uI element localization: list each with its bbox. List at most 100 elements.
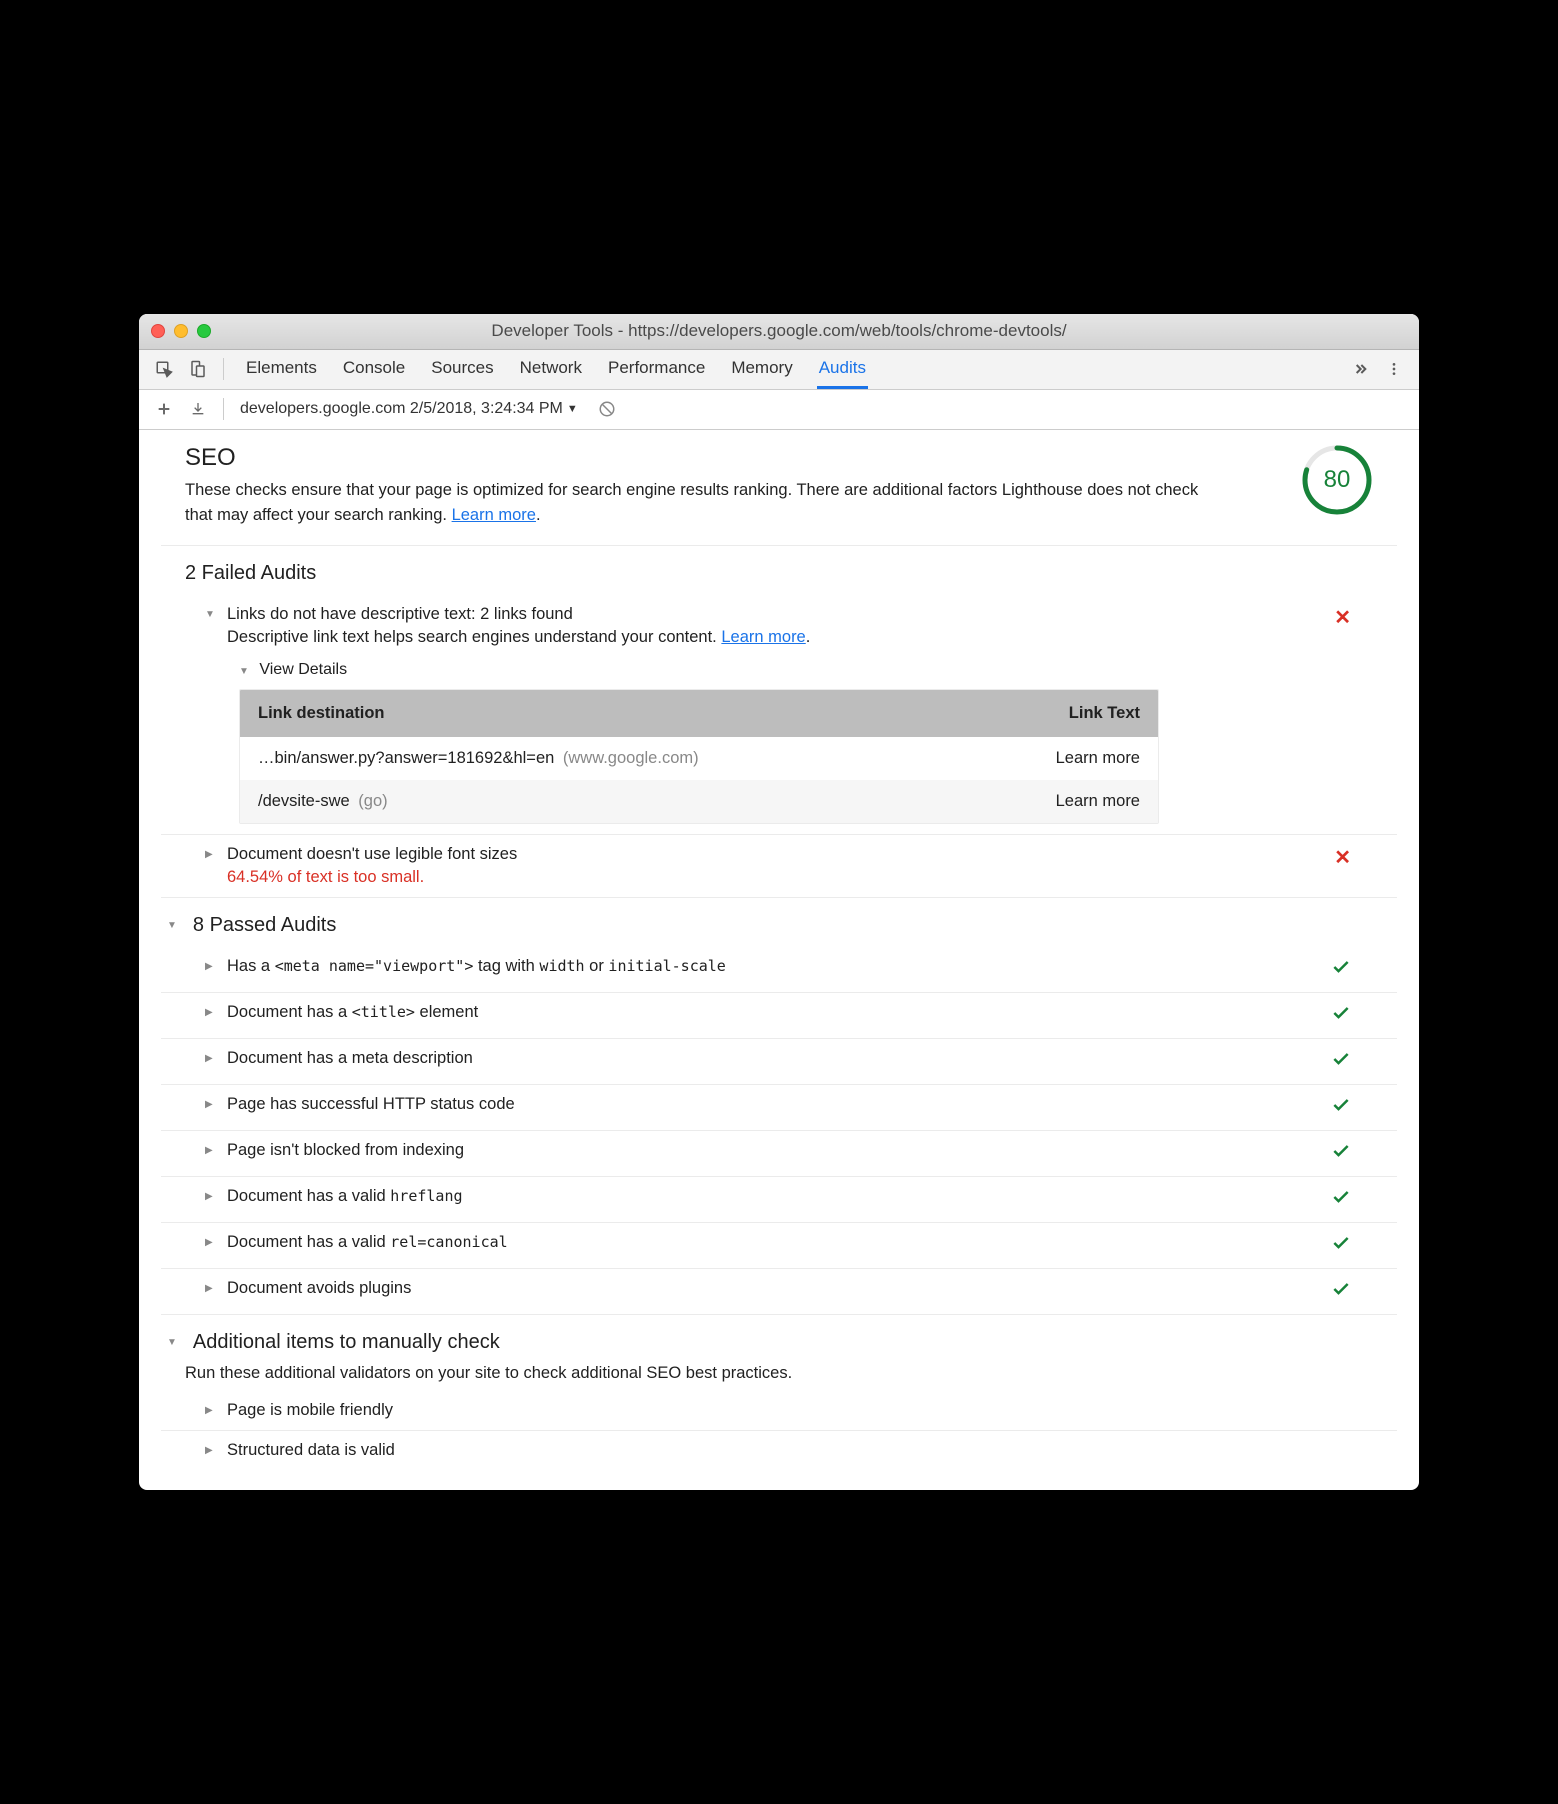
- audit-passed-viewport[interactable]: Has a <meta name="viewport"> tag with wi…: [161, 947, 1397, 993]
- col-link-destination: Link destination: [258, 704, 1069, 723]
- manual-title[interactable]: Additional items to manually check: [139, 1315, 1419, 1364]
- chevron-right-icon: [205, 1283, 213, 1294]
- tab-sources[interactable]: Sources: [429, 350, 495, 389]
- table-row: /devsite-swe (go) Learn more: [240, 780, 1158, 823]
- audits-toolbar: developers.google.com 2/5/2018, 3:24:34 …: [139, 390, 1419, 430]
- audit-run-dropdown[interactable]: developers.google.com 2/5/2018, 3:24:34 …: [240, 400, 578, 418]
- chevron-right-icon: [205, 849, 213, 860]
- maximize-window-button[interactable]: [197, 324, 211, 338]
- tab-console[interactable]: Console: [341, 350, 407, 389]
- close-window-button[interactable]: [151, 324, 165, 338]
- chevron-right-icon: [205, 1191, 213, 1202]
- audit-content: SEO These checks ensure that your page i…: [139, 430, 1419, 1491]
- audit-passed-title[interactable]: Document has a <title> element: [161, 993, 1397, 1039]
- tab-network[interactable]: Network: [518, 350, 584, 389]
- chevron-right-icon: [205, 1053, 213, 1064]
- check-icon: [1331, 1003, 1351, 1028]
- audit-run-label: developers.google.com 2/5/2018, 3:24:34 …: [240, 400, 563, 418]
- clear-icon[interactable]: [590, 392, 624, 426]
- chevron-down-icon: [205, 609, 215, 620]
- audit-title: Document has a valid rel=canonical: [227, 1233, 1331, 1252]
- divider: [223, 358, 224, 380]
- audit-title: Page is mobile friendly: [227, 1401, 1351, 1420]
- seo-description: These checks ensure that your page is op…: [185, 478, 1205, 528]
- audit-title: Document has a <title> element: [227, 1003, 1331, 1022]
- failed-audits-title: 2 Failed Audits: [139, 546, 1419, 595]
- chevron-right-icon: [205, 1145, 213, 1156]
- x-icon: ✕: [1334, 847, 1351, 869]
- passed-audits-title[interactable]: 8 Passed Audits: [139, 898, 1419, 947]
- chevron-right-icon: [205, 1007, 213, 1018]
- audit-details: ▼ View Details Link destination Link Tex…: [227, 661, 1334, 824]
- audit-passed-meta-desc[interactable]: Document has a meta description: [161, 1039, 1397, 1085]
- audit-passed-indexing[interactable]: Page isn't blocked from indexing: [161, 1131, 1397, 1177]
- audit-title: Page isn't blocked from indexing: [227, 1141, 1331, 1160]
- device-mode-icon[interactable]: [181, 352, 215, 386]
- seo-learn-more-link[interactable]: Learn more: [452, 506, 536, 524]
- seo-title: SEO: [185, 444, 1281, 472]
- seo-header: SEO These checks ensure that your page i…: [161, 430, 1397, 547]
- col-link-text: Link Text: [1069, 704, 1140, 723]
- download-icon[interactable]: [181, 392, 215, 426]
- minimize-window-button[interactable]: [174, 324, 188, 338]
- view-details-toggle[interactable]: ▼ View Details: [239, 661, 1334, 679]
- audit-passed-plugins[interactable]: Document avoids plugins: [161, 1269, 1397, 1315]
- audit-desc-text: Descriptive link text helps search engin…: [227, 628, 721, 646]
- audit-failed-link-text[interactable]: Links do not have descriptive text: 2 li…: [161, 595, 1397, 835]
- audit-manual-mobile[interactable]: Page is mobile friendly: [161, 1391, 1397, 1431]
- devtools-window: Developer Tools - https://developers.goo…: [139, 314, 1419, 1491]
- audit-description: Descriptive link text helps search engin…: [227, 628, 1334, 647]
- cell-host: (www.google.com): [563, 749, 699, 767]
- cell-dest: …bin/answer.py?answer=181692&hl=en: [258, 749, 554, 767]
- chevron-right-icon: [205, 1237, 213, 1248]
- audit-title: Document doesn't use legible font sizes: [227, 845, 1334, 864]
- table-header: Link destination Link Text: [240, 690, 1158, 737]
- audit-passed-http-status[interactable]: Page has successful HTTP status code: [161, 1085, 1397, 1131]
- chevron-right-icon: [205, 961, 213, 972]
- audit-title: Has a <meta name="viewport"> tag with wi…: [227, 957, 1331, 976]
- audit-failed-font-size[interactable]: Document doesn't use legible font sizes …: [161, 835, 1397, 898]
- devtools-tabbar: Elements Console Sources Network Perform…: [139, 350, 1419, 390]
- check-icon: [1331, 1279, 1351, 1304]
- chevron-right-icon: [205, 1445, 213, 1456]
- chevron-down-icon: ▼: [239, 666, 249, 677]
- view-details-label: View Details: [259, 661, 347, 678]
- audit-passed-hreflang[interactable]: Document has a valid hreflang: [161, 1177, 1397, 1223]
- window-title: Developer Tools - https://developers.goo…: [151, 321, 1407, 341]
- link-details-table: Link destination Link Text …bin/answer.p…: [239, 689, 1159, 824]
- seo-score: 80: [1301, 444, 1373, 516]
- overflow-tabs-icon[interactable]: [1343, 352, 1377, 386]
- audit-title: Document avoids plugins: [227, 1279, 1331, 1298]
- audit-title: Links do not have descriptive text: 2 li…: [227, 605, 1334, 624]
- fail-status: ✕: [1334, 605, 1351, 630]
- check-icon: [1331, 1095, 1351, 1120]
- titlebar: Developer Tools - https://developers.goo…: [139, 314, 1419, 350]
- tab-performance[interactable]: Performance: [606, 350, 707, 389]
- audit-learn-more-link[interactable]: Learn more: [721, 628, 805, 646]
- chevron-down-icon: ▼: [567, 403, 578, 415]
- chevron-right-icon: [205, 1099, 213, 1110]
- audit-manual-structured-data[interactable]: Structured data is valid: [161, 1431, 1397, 1470]
- audit-title: Structured data is valid: [227, 1441, 1351, 1460]
- check-icon: [1331, 1141, 1351, 1166]
- tab-audits[interactable]: Audits: [817, 350, 868, 389]
- seo-desc-text: These checks ensure that your page is op…: [185, 481, 1198, 524]
- cell-text: Learn more: [1056, 792, 1140, 811]
- audit-title: Document has a meta description: [227, 1049, 1331, 1068]
- divider: [223, 398, 224, 420]
- audit-title: Page has successful HTTP status code: [227, 1095, 1331, 1114]
- check-icon: [1331, 1187, 1351, 1212]
- new-audit-icon[interactable]: [147, 392, 181, 426]
- tab-memory[interactable]: Memory: [729, 350, 794, 389]
- tab-elements[interactable]: Elements: [244, 350, 319, 389]
- kebab-menu-icon[interactable]: [1377, 352, 1411, 386]
- traffic-lights: [151, 324, 211, 338]
- check-icon: [1331, 957, 1351, 982]
- chevron-right-icon: [205, 1405, 213, 1416]
- cell-text: Learn more: [1056, 749, 1140, 768]
- audit-passed-canonical[interactable]: Document has a valid rel=canonical: [161, 1223, 1397, 1269]
- table-row: …bin/answer.py?answer=181692&hl=en (www.…: [240, 737, 1158, 780]
- panel-tabs: Elements Console Sources Network Perform…: [244, 350, 868, 389]
- inspect-icon[interactable]: [147, 352, 181, 386]
- audit-title: Document has a valid hreflang: [227, 1187, 1331, 1206]
